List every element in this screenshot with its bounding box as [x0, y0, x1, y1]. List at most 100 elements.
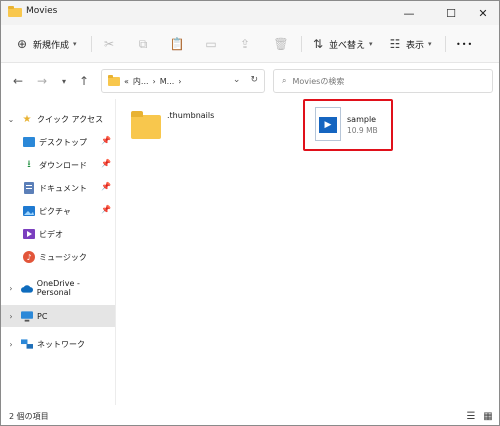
file-list: .thumbnails ▶ sample 10.9 MB — [116, 99, 499, 405]
new-button[interactable]: ⊕ 新規作成 ▾ — [15, 34, 77, 54]
forward-button[interactable]: → — [33, 72, 51, 90]
folder-icon — [8, 6, 22, 17]
svg-text:♪: ♪ — [26, 253, 31, 262]
chevron-down-icon: ▾ — [369, 40, 373, 48]
item-name: .thumbnails — [167, 111, 215, 120]
sidebar-item-label: ビデオ — [39, 229, 63, 239]
breadcrumb-segment[interactable]: 内... — [133, 76, 149, 87]
sidebar-item-videos[interactable]: ビデオ — [1, 223, 115, 245]
sidebar-item-label: クイック アクセス — [37, 114, 104, 124]
view-icon: ☷ — [389, 37, 401, 51]
chevron-right-icon[interactable]: › — [5, 312, 17, 321]
search-box[interactable]: ⌕ Moviesの検索 — [273, 69, 493, 93]
rename-icon: ▭ — [205, 37, 217, 51]
address-bar[interactable]: « 内... › M... › ⌄ ↻ — [101, 69, 265, 93]
window-title: Movies — [26, 6, 58, 16]
breadcrumb-separator[interactable]: › — [153, 77, 156, 86]
chevron-right-icon[interactable]: › — [5, 340, 17, 349]
item-count: 2 個の項目 — [9, 412, 49, 421]
divider — [445, 36, 446, 52]
view-label: 表示 — [406, 40, 425, 51]
cloud-icon — [20, 282, 33, 294]
sidebar-item-network[interactable]: › ネットワーク — [1, 333, 115, 355]
paste-button[interactable]: 📋 — [169, 34, 185, 54]
folder-icon — [108, 74, 120, 86]
sidebar-item-label: ドキュメント — [39, 183, 87, 193]
document-icon — [23, 182, 35, 194]
chevron-down-icon: ▾ — [73, 40, 77, 48]
copy-button[interactable]: ⧉ — [136, 34, 150, 54]
command-bar: ⊕ 新規作成 ▾ ✂ ⧉ 📋 ▭ ⇪ 🗑 ⇅ 並べ替え ▾ ☷ 表示 ▾ ••• — [1, 25, 499, 63]
pc-icon — [21, 310, 33, 322]
pin-icon[interactable]: 📌 — [101, 182, 111, 191]
search-placeholder: Moviesの検索 — [292, 76, 345, 86]
music-icon: ♪ — [23, 251, 35, 263]
pictures-icon — [23, 205, 35, 217]
sidebar-item-desktop[interactable]: デスクトップ 📌 — [1, 131, 115, 153]
divider — [301, 36, 302, 52]
video-icon — [23, 228, 35, 240]
sidebar-item-documents[interactable]: ドキュメント 📌 — [1, 177, 115, 199]
refresh-icon[interactable]: ↻ — [250, 75, 258, 85]
sidebar-item-label: ミュージック — [39, 252, 87, 262]
cut-icon: ✂ — [103, 37, 115, 51]
download-icon: ⭳ — [27, 158, 31, 170]
list-item[interactable]: .thumbnails — [131, 111, 214, 139]
status-bar: 2 個の項目 ☰ ▦ — [1, 405, 499, 425]
close-button[interactable]: ✕ — [465, 1, 500, 25]
share-button[interactable]: ⇪ — [238, 34, 252, 54]
delete-button[interactable]: 🗑 — [273, 34, 289, 54]
copy-icon: ⧉ — [138, 36, 148, 51]
view-button[interactable]: ☷ 表示 ▾ — [388, 34, 432, 54]
breadcrumb-overflow[interactable]: « — [124, 77, 129, 86]
sidebar-item-onedrive[interactable]: › OneDrive - Personal — [1, 277, 115, 299]
navigation-pane: ⌄ ★ クイック アクセス デスクトップ 📌 ⭳ ダウンロード 📌 ドキュメント… — [1, 99, 115, 405]
plus-circle-icon: ⊕ — [16, 37, 28, 51]
up-button[interactable]: ↑ — [75, 72, 93, 90]
minimize-button[interactable]: — — [391, 1, 427, 25]
breadcrumb-segment[interactable]: M... — [160, 77, 175, 86]
sidebar-item-label: PC — [37, 311, 48, 321]
chevron-down-icon[interactable]: ⌄ — [233, 75, 241, 85]
sidebar-item-pictures[interactable]: ピクチャ 📌 — [1, 200, 115, 222]
chevron-right-icon[interactable]: › — [5, 284, 17, 293]
share-icon: ⇪ — [239, 37, 251, 51]
navigation-row: ← → ▾ ↑ « 内... › M... › ⌄ ↻ ⌕ Moviesの検索 — [1, 63, 499, 99]
sidebar-item-pc[interactable]: › PC — [1, 305, 115, 327]
new-label: 新規作成 — [33, 40, 70, 51]
chevron-down-icon: ▾ — [428, 40, 432, 48]
sidebar-item-label: デスクトップ — [39, 137, 87, 147]
maximize-button[interactable]: ☐ — [433, 1, 469, 25]
title-bar: Movies — ☐ ✕ — [1, 1, 499, 25]
breadcrumb-separator[interactable]: › — [178, 77, 181, 86]
star-icon: ★ — [22, 113, 32, 125]
desktop-icon — [23, 136, 35, 148]
sort-label: 並べ替え — [329, 40, 366, 51]
sidebar-item-downloads[interactable]: ⭳ ダウンロード 📌 — [1, 154, 115, 176]
cut-button[interactable]: ✂ — [102, 34, 116, 54]
details-view-icon[interactable]: ☰ — [464, 410, 478, 422]
sidebar-item-quick-access[interactable]: ⌄ ★ クイック アクセス — [1, 108, 115, 130]
sort-button[interactable]: ⇅ 並べ替え ▾ — [311, 34, 373, 54]
tiles-view-icon[interactable]: ▦ — [481, 410, 495, 422]
pin-icon[interactable]: 📌 — [101, 205, 111, 214]
explorer-window: Movies — ☐ ✕ ⊕ 新規作成 ▾ ✂ ⧉ 📋 ▭ ⇪ 🗑 ⇅ 並べ替え… — [0, 0, 500, 426]
pin-icon[interactable]: 📌 — [101, 159, 111, 168]
divider — [91, 36, 92, 52]
paste-icon: 📋 — [169, 37, 185, 51]
back-button[interactable]: ← — [9, 72, 27, 90]
sidebar-item-music[interactable]: ♪ ミュージック — [1, 246, 115, 268]
sidebar-item-label: ダウンロード — [39, 160, 87, 170]
sidebar-item-label: ネットワーク — [37, 339, 85, 349]
network-icon — [21, 338, 33, 350]
pin-icon[interactable]: 📌 — [101, 136, 111, 145]
sidebar-item-label: ピクチャ — [39, 206, 71, 216]
chevron-down-icon[interactable]: ⌄ — [5, 115, 17, 124]
search-icon: ⌕ — [282, 76, 287, 85]
folder-icon — [131, 111, 161, 139]
more-options-button[interactable]: ••• — [456, 34, 473, 54]
trash-icon: 🗑 — [273, 37, 289, 51]
rename-button[interactable]: ▭ — [204, 34, 218, 54]
sort-icon: ⇅ — [312, 37, 324, 51]
recent-locations-button[interactable]: ▾ — [55, 72, 73, 90]
